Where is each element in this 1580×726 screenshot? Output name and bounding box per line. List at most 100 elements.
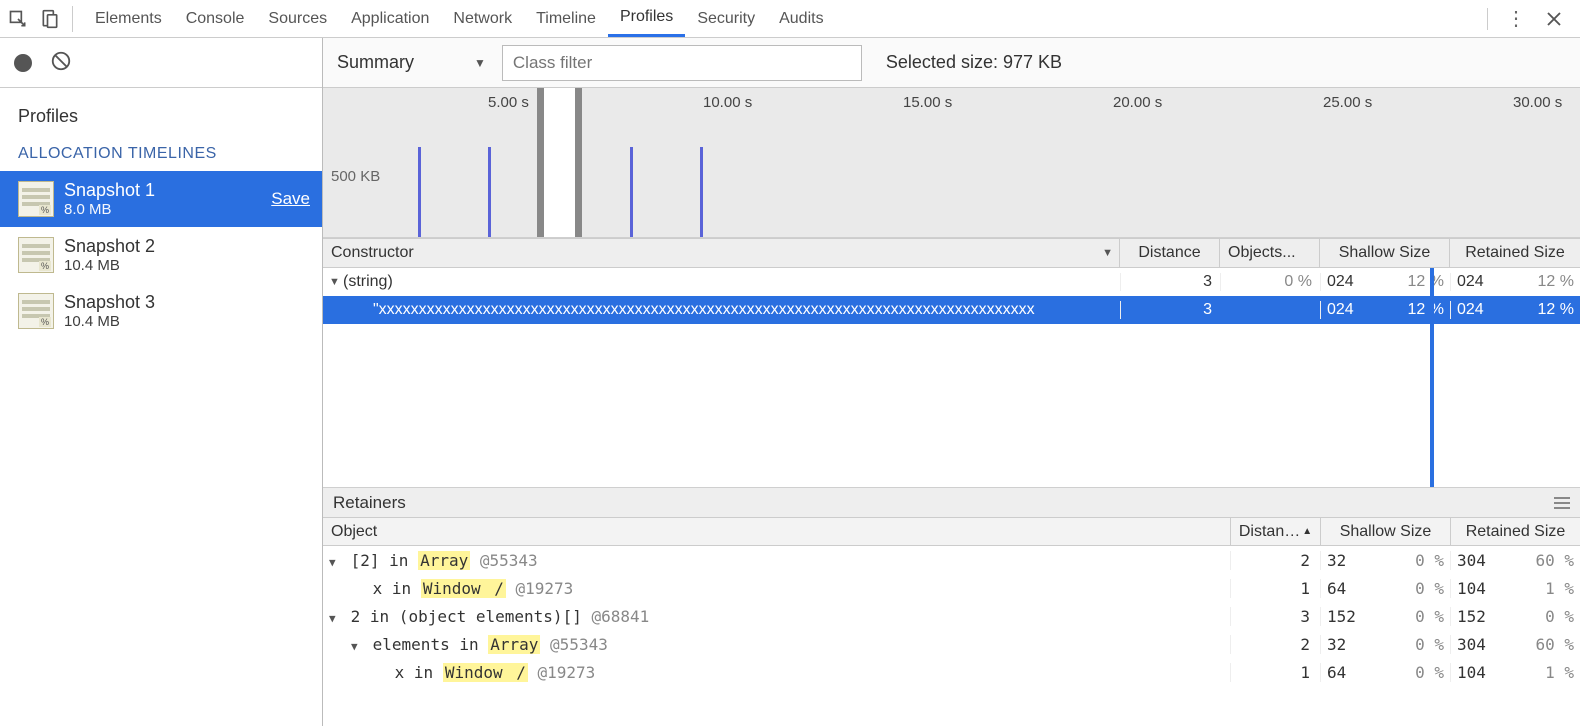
col-constructor[interactable]: Constructor▼	[323, 239, 1120, 267]
tab-elements[interactable]: Elements	[83, 0, 174, 37]
class-filter-input[interactable]	[502, 45, 862, 81]
devtools-toolbar: ElementsConsoleSourcesApplicationNetwork…	[0, 0, 1580, 38]
divider	[1487, 8, 1488, 30]
retainers-grid-header: Object Distan…▲ Shallow Size Retained Si…	[323, 518, 1580, 546]
cell-shallow-pct: 0 %	[1386, 551, 1451, 570]
cell-distance: 3	[1120, 301, 1220, 319]
retainer-row[interactable]: x in Window / @19273 1 640 % 1041 %	[323, 658, 1580, 686]
retainer-label: elements in Array @55343	[373, 635, 608, 654]
constructor-row[interactable]: "xxxxxxxxxxxxxxxxxxxxxxxxxxxxxxxxxxxxxxx…	[323, 296, 1580, 324]
profiles-sidebar: Profiles ALLOCATION TIMELINES Snapshot 1…	[0, 38, 323, 726]
tab-profiles[interactable]: Profiles	[608, 0, 685, 37]
cell-retained-pct: 60 %	[1516, 551, 1580, 570]
tab-security[interactable]: Security	[685, 0, 767, 37]
cell-distance: 1	[1230, 663, 1320, 682]
snapshot-item[interactable]: Snapshot 1 8.0 MB Save	[0, 171, 322, 227]
device-toggle-icon[interactable]	[40, 9, 60, 29]
snapshot-thumb-icon	[18, 181, 54, 217]
cell-objects: 0 %	[1220, 273, 1320, 291]
snapshot-title: Snapshot 1	[64, 180, 155, 201]
close-icon[interactable]	[1544, 9, 1564, 29]
view-select[interactable]: Summary ▼	[337, 52, 486, 73]
col-shallow[interactable]: Shallow Size	[1320, 239, 1450, 267]
snapshot-title: Snapshot 2	[64, 236, 155, 257]
retainer-label: [2] in Array @55343	[351, 551, 538, 570]
sort-icon: ▼	[1102, 247, 1113, 259]
cell-distance: 1	[1230, 579, 1320, 598]
snapshot-item[interactable]: Snapshot 2 10.4 MB	[0, 227, 322, 283]
disclosure-icon[interactable]: ▼	[351, 640, 363, 653]
cell-retained-pct: 12 %	[1516, 301, 1580, 319]
col-distance[interactable]: Distance	[1120, 239, 1220, 267]
cell-shallow: 024	[1321, 301, 1386, 319]
record-button[interactable]	[14, 54, 32, 72]
col-retained[interactable]: Retained Size	[1450, 239, 1580, 267]
col-objects[interactable]: Objects...	[1220, 239, 1320, 267]
timeline-tick: 20.00 s	[1113, 94, 1162, 111]
col-retained-2[interactable]: Retained Size	[1450, 518, 1580, 545]
retainers-menu-icon[interactable]	[1554, 497, 1570, 509]
cell-retained: 024	[1451, 273, 1516, 291]
cell-retained: 304	[1451, 635, 1516, 654]
selection-handle[interactable]	[575, 88, 582, 237]
retainer-row[interactable]: ▼ [2] in Array @55343 2 320 % 30460 %	[323, 546, 1580, 574]
retainer-row[interactable]: x in Window / @19273 1 640 % 1041 %	[323, 574, 1580, 602]
tab-console[interactable]: Console	[174, 0, 257, 37]
cell-shallow: 152	[1321, 607, 1386, 626]
timeline-tick: 25.00 s	[1323, 94, 1372, 111]
disclosure-icon[interactable]: ▼	[329, 612, 341, 625]
constructor-grid-body: ▼ (string) 3 0 % 02412 % 02412 % "xxxxxx…	[323, 268, 1580, 488]
cell-shallow-pct: 12 %	[1386, 301, 1451, 319]
inspect-icon[interactable]	[8, 9, 28, 29]
clear-icon[interactable]	[50, 50, 72, 76]
sidebar-subheading: ALLOCATION TIMELINES	[0, 137, 322, 171]
allocation-bar	[630, 147, 633, 237]
retainer-label: 2 in (object elements)[] @68841	[351, 607, 650, 626]
cell-shallow: 024	[1321, 273, 1386, 291]
cell-shallow-pct: 0 %	[1386, 663, 1451, 682]
kebab-menu-icon[interactable]: ⋮	[1506, 9, 1526, 29]
constructor-row[interactable]: ▼ (string) 3 0 % 02412 % 02412 %	[323, 268, 1580, 296]
constructor-label: (string)	[343, 273, 393, 291]
tab-network[interactable]: Network	[441, 0, 524, 37]
devtools-tabs: ElementsConsoleSourcesApplicationNetwork…	[83, 0, 836, 37]
disclosure-icon[interactable]: ▼	[329, 276, 341, 288]
retainer-row[interactable]: ▼ elements in Array @55343 2 320 % 30460…	[323, 630, 1580, 658]
cell-retained: 104	[1451, 663, 1516, 682]
cell-distance: 3	[1230, 607, 1320, 626]
retainers-header: Retainers	[323, 488, 1580, 518]
cell-retained-pct: 60 %	[1516, 635, 1580, 654]
cell-distance: 2	[1230, 551, 1320, 570]
cell-shallow-pct: 0 %	[1386, 635, 1451, 654]
col-distance-2[interactable]: Distan…▲	[1230, 518, 1320, 545]
snapshot-size: 8.0 MB	[64, 201, 155, 218]
allocation-bar	[700, 147, 703, 237]
selection-handle[interactable]	[537, 88, 544, 237]
col-shallow-2[interactable]: Shallow Size	[1320, 518, 1450, 545]
allocation-timeline[interactable]: 500 KB 5.00 s10.00 s15.00 s20.00 s25.00 …	[323, 88, 1580, 238]
cell-distance: 3	[1120, 273, 1220, 291]
timeline-tick: 5.00 s	[488, 94, 529, 111]
disclosure-icon[interactable]: ▼	[329, 556, 341, 569]
tab-audits[interactable]: Audits	[767, 0, 835, 37]
cell-shallow: 64	[1321, 579, 1386, 598]
retainers-body: ▼ [2] in Array @55343 2 320 % 30460 % x …	[323, 546, 1580, 726]
snapshot-thumb-icon	[18, 293, 54, 329]
retainer-row[interactable]: ▼ 2 in (object elements)[] @68841 3 1520…	[323, 602, 1580, 630]
tab-timeline[interactable]: Timeline	[524, 0, 608, 37]
save-link[interactable]: Save	[271, 189, 310, 209]
cell-retained-pct: 1 %	[1516, 663, 1580, 682]
cell-shallow: 32	[1321, 635, 1386, 654]
timeline-selection[interactable]	[541, 88, 578, 237]
snapshot-item[interactable]: Snapshot 3 10.4 MB	[0, 283, 322, 339]
allocation-bar	[418, 147, 421, 237]
cell-retained: 024	[1451, 301, 1516, 319]
retainer-label: x in Window / @19273	[373, 579, 574, 598]
col-object[interactable]: Object	[323, 518, 1230, 545]
tab-sources[interactable]: Sources	[256, 0, 339, 37]
cell-retained: 104	[1451, 579, 1516, 598]
cell-retained: 152	[1451, 607, 1516, 626]
main-panel: Summary ▼ Selected size: 977 KB 500 KB 5…	[323, 38, 1580, 726]
tab-application[interactable]: Application	[339, 0, 441, 37]
cell-distance: 2	[1230, 635, 1320, 654]
